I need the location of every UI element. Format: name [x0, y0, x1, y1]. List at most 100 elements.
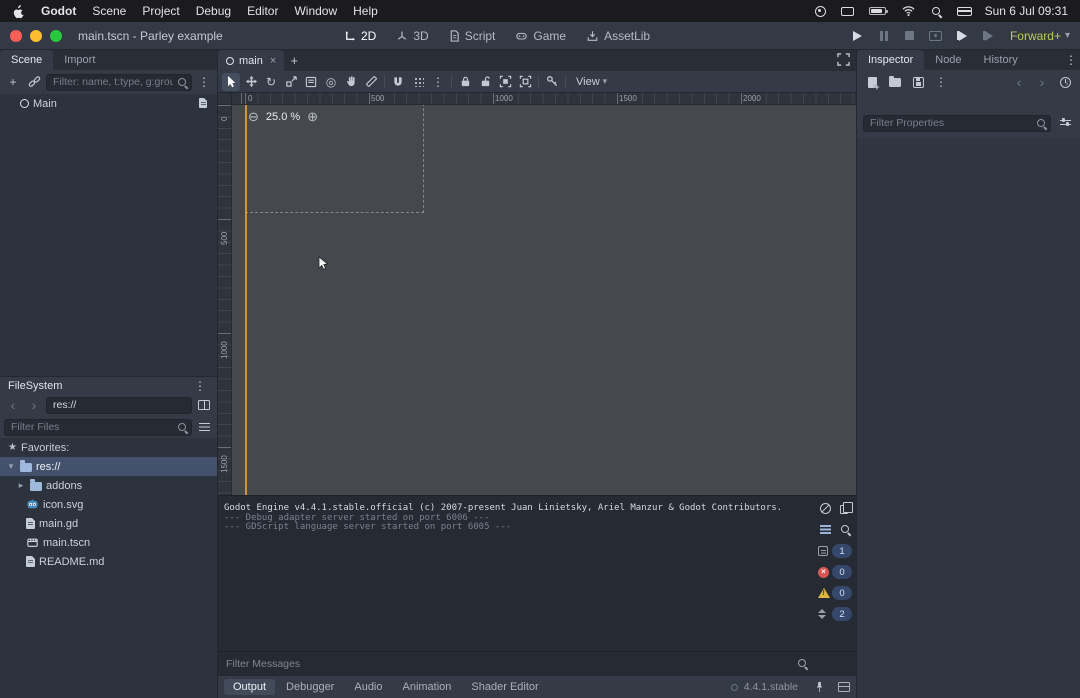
- filter-errors-toggle[interactable]: × 0: [818, 565, 852, 579]
- zoom-level[interactable]: 25.0 %: [266, 111, 300, 123]
- menu-godot[interactable]: Godot: [41, 4, 76, 18]
- close-tab-icon[interactable]: ×: [270, 55, 276, 67]
- chevron-down-icon[interactable]: ▾: [6, 461, 16, 472]
- filesystem-more-button[interactable]: ⋮: [191, 377, 209, 395]
- bottom-tab-audio[interactable]: Audio: [345, 679, 391, 695]
- fs-row-res[interactable]: ▾ res://: [0, 457, 217, 476]
- collapse-duplicates-button[interactable]: [819, 523, 832, 536]
- fs-row-main-gd[interactable]: main.gd: [0, 514, 217, 533]
- 2d-viewport-canvas[interactable]: ⊖ 25.0 % ⊕: [232, 105, 856, 495]
- distraction-free-button[interactable]: [837, 53, 850, 66]
- scale-tool-button[interactable]: [282, 73, 300, 91]
- spotlight-icon[interactable]: [931, 6, 942, 17]
- menu-help[interactable]: Help: [353, 4, 378, 18]
- minimize-window-button[interactable]: [30, 30, 42, 42]
- ungroup-button[interactable]: [516, 73, 534, 91]
- menubar-clock[interactable]: Sun 6 Jul 09:31: [985, 4, 1068, 18]
- select-list-button[interactable]: [302, 73, 320, 91]
- fs-row-icon-svg[interactable]: icon.svg: [0, 495, 217, 514]
- load-resource-button[interactable]: [886, 73, 904, 91]
- current-path[interactable]: res://: [46, 397, 192, 414]
- history-forward-button[interactable]: ›: [1033, 73, 1051, 91]
- close-window-button[interactable]: [10, 30, 22, 42]
- add-node-button[interactable]: +: [4, 73, 22, 91]
- workspace-game[interactable]: Game: [515, 29, 566, 43]
- scene-tab-main[interactable]: main ×: [218, 50, 284, 71]
- play-scene-button[interactable]: [954, 28, 970, 44]
- view-menu-button[interactable]: View ▾: [570, 76, 613, 88]
- select-tool-button[interactable]: [222, 73, 240, 91]
- new-resource-button[interactable]: [863, 73, 881, 91]
- wifi-icon[interactable]: [901, 5, 916, 17]
- menu-scene[interactable]: Scene: [92, 4, 126, 18]
- save-resource-button[interactable]: [909, 73, 927, 91]
- workspace-assetlib[interactable]: AssetLib: [586, 29, 650, 43]
- menu-window[interactable]: Window: [294, 4, 337, 18]
- menu-editor[interactable]: Editor: [247, 4, 278, 18]
- battery-icon[interactable]: [869, 7, 886, 15]
- rotate-tool-button[interactable]: ↻: [262, 73, 280, 91]
- workspace-2d[interactable]: 2D: [344, 29, 376, 43]
- tab-history[interactable]: History: [973, 50, 1029, 70]
- filter-editor-log-toggle[interactable]: 2: [818, 607, 852, 621]
- display-icon[interactable]: [841, 7, 854, 16]
- ruler-tool-button[interactable]: [362, 73, 380, 91]
- unlock-button[interactable]: [476, 73, 494, 91]
- scene-dock-more-button[interactable]: ⋮: [195, 73, 213, 91]
- renderer-selector[interactable]: Forward+ ▾: [1010, 29, 1070, 43]
- lock-button[interactable]: [456, 73, 474, 91]
- edit-history-button[interactable]: [1056, 73, 1074, 91]
- tab-scene[interactable]: Scene: [0, 50, 53, 70]
- fs-row-main-tscn[interactable]: main.tscn: [0, 533, 217, 552]
- insert-key-button[interactable]: [543, 73, 561, 91]
- ruler-horizontal[interactable]: 0 500 1000 1500 2000: [232, 93, 856, 105]
- output-filter-input[interactable]: [226, 658, 797, 670]
- snap-options-button[interactable]: ⋮: [429, 73, 447, 91]
- file-sort-button[interactable]: [195, 418, 213, 436]
- menu-debug[interactable]: Debug: [196, 4, 231, 18]
- chevron-right-icon[interactable]: ▸: [16, 480, 26, 491]
- bottom-tab-shader-editor[interactable]: Shader Editor: [462, 679, 547, 695]
- zoom-out-button[interactable]: ⊖: [248, 110, 259, 123]
- dock-options-button[interactable]: ⋮: [1062, 51, 1080, 69]
- scene-tree-row-main[interactable]: Main: [0, 94, 217, 113]
- stop-button[interactable]: [902, 28, 918, 44]
- new-scene-tab-button[interactable]: +: [284, 50, 304, 71]
- favorites-row[interactable]: ★ Favorites:: [0, 438, 217, 457]
- grid-snap-button[interactable]: [409, 73, 427, 91]
- fs-row-addons[interactable]: ▸ addons: [0, 476, 217, 495]
- filter-warnings-toggle[interactable]: 0: [818, 586, 852, 600]
- bottom-tab-debugger[interactable]: Debugger: [277, 679, 343, 695]
- copy-output-button[interactable]: [839, 502, 852, 515]
- attached-script-icon[interactable]: [199, 98, 207, 108]
- bottom-tab-output[interactable]: Output: [224, 679, 275, 695]
- menu-project[interactable]: Project: [142, 4, 179, 18]
- movie-mode-button[interactable]: [928, 28, 944, 44]
- smart-snap-button[interactable]: [389, 73, 407, 91]
- apple-menu-icon[interactable]: [12, 4, 25, 19]
- pin-panel-button[interactable]: [810, 678, 828, 696]
- bottom-tab-animation[interactable]: Animation: [394, 679, 461, 695]
- pivot-tool-button[interactable]: ◎: [322, 73, 340, 91]
- control-center-icon[interactable]: [957, 7, 970, 16]
- clear-output-button[interactable]: [819, 502, 832, 515]
- property-filter-input[interactable]: [863, 115, 1051, 132]
- tab-import[interactable]: Import: [53, 50, 106, 70]
- show-search-button[interactable]: [839, 523, 852, 536]
- split-view-button[interactable]: [195, 396, 213, 414]
- fs-row-readme[interactable]: README.md: [0, 552, 217, 571]
- zoom-window-button[interactable]: [50, 30, 62, 42]
- tab-inspector[interactable]: Inspector: [857, 50, 924, 70]
- screen-record-icon[interactable]: [815, 6, 826, 17]
- pause-button[interactable]: [876, 28, 892, 44]
- play-button[interactable]: [850, 28, 866, 44]
- nav-back-button[interactable]: ‹: [4, 396, 22, 414]
- scene-filter-input[interactable]: [46, 74, 192, 91]
- move-tool-button[interactable]: [242, 73, 260, 91]
- ruler-vertical[interactable]: 0 500 1000 1500: [218, 105, 232, 495]
- group-button[interactable]: [496, 73, 514, 91]
- nav-forward-button[interactable]: ›: [25, 396, 43, 414]
- file-filter-input[interactable]: [4, 419, 192, 436]
- update-status-icon[interactable]: [731, 684, 738, 691]
- pan-tool-button[interactable]: [342, 73, 360, 91]
